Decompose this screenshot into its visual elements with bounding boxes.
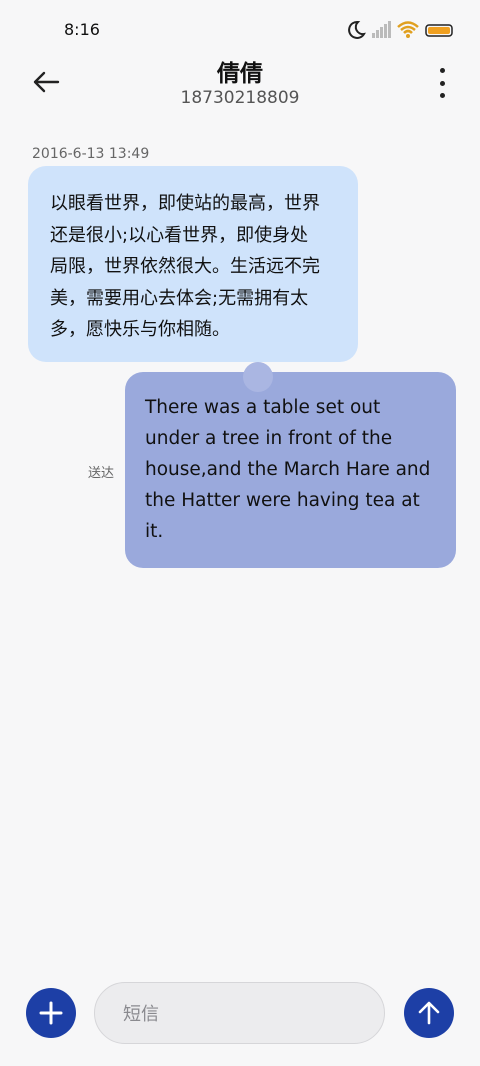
arrow-up-icon: [418, 1001, 440, 1025]
more-options-button[interactable]: [434, 68, 450, 98]
message-line: 美，需要用心去体会;无需拥有太: [50, 287, 309, 309]
message-line: the Hatter were having tea at: [145, 490, 420, 511]
message-line: There was a table set out: [145, 397, 381, 418]
message-line: 局限，世界依然很大。生活远不完: [50, 256, 320, 277]
wifi-icon: [397, 21, 419, 38]
incoming-message-bubble[interactable]: 以眼看世界，即使站的最高，世界 还是很小;以心看世界，即使身处 局限，世界依然很…: [28, 166, 358, 362]
message-line: 还是很小;以心看世界，即使身处: [50, 224, 309, 246]
status-bar: 8:16: [0, 0, 480, 60]
message-line: 多，愿快乐与你相随。: [50, 319, 230, 340]
status-time: 8:16: [64, 20, 100, 39]
message-timestamp: 2016-6-13 13:49: [32, 146, 150, 162]
add-attachment-button[interactable]: [26, 988, 76, 1038]
outgoing-message-bubble[interactable]: There was a table set out under a tree i…: [125, 362, 456, 568]
plus-icon: [39, 1001, 63, 1025]
touch-ripple: [243, 362, 273, 392]
message-input-placeholder: 短信: [123, 1004, 159, 1025]
message-line: it.: [145, 521, 164, 542]
battery-icon: [425, 24, 453, 37]
message-input[interactable]: 短信: [94, 982, 385, 1044]
message-line: house,and the March Hare and: [145, 459, 431, 480]
more-vertical-icon: [439, 68, 445, 73]
conversation-header: 倩倩 18730218809: [0, 52, 480, 122]
status-icons: [346, 18, 456, 42]
contact-number: 18730218809: [180, 88, 300, 108]
message-line: under a tree in front of the: [145, 428, 393, 449]
delivery-status: 送达: [88, 466, 115, 481]
send-button[interactable]: [404, 988, 454, 1038]
signal-icon: [372, 21, 391, 38]
message-line: 以眼看世界，即使站的最高，世界: [50, 193, 320, 214]
moon-icon: [348, 20, 366, 39]
contact-name: 倩倩: [217, 61, 263, 87]
